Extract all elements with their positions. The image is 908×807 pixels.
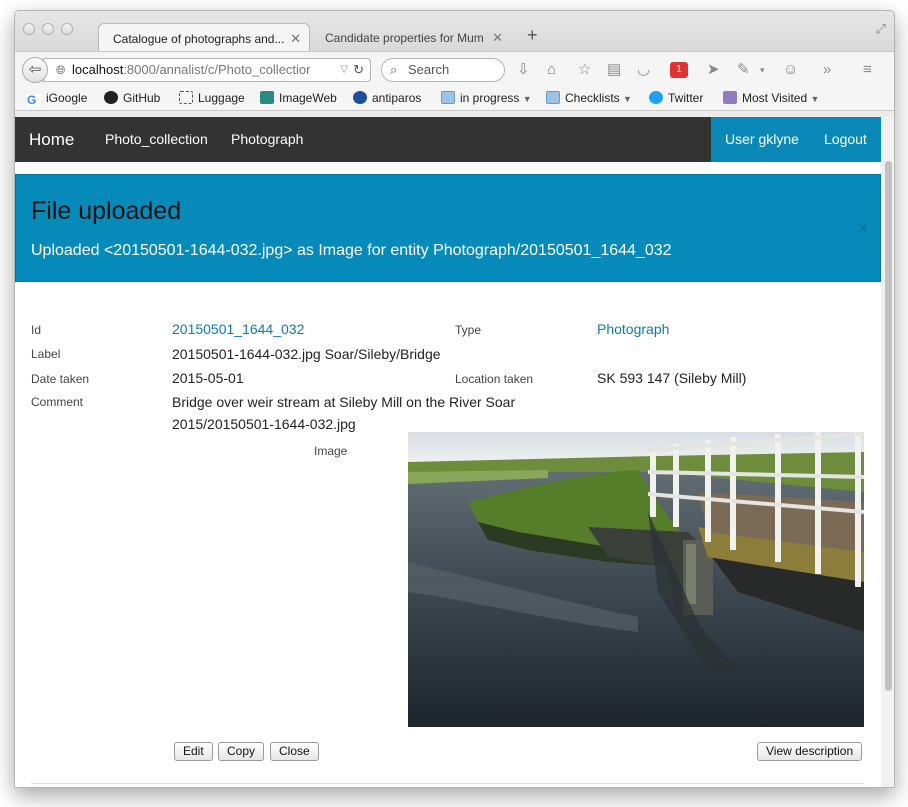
- id-value-link[interactable]: 20150501_1644_032: [172, 321, 304, 337]
- user-link[interactable]: User gklyne: [725, 117, 799, 162]
- copy-button[interactable]: Copy: [218, 742, 265, 761]
- bookmark-antiparos[interactable]: antiparos: [353, 91, 421, 105]
- nav-home-link[interactable]: Home: [29, 117, 74, 162]
- overflow-icon[interactable]: »: [823, 61, 831, 79]
- bookmark-folder-checklists[interactable]: Checklists ▼: [546, 91, 632, 105]
- image-label: Image: [314, 444, 348, 458]
- date-taken-value: 2015-05-01: [172, 370, 244, 386]
- page-scrollbar[interactable]: [881, 117, 894, 787]
- close-button[interactable]: Close: [270, 742, 319, 761]
- bookmark-folder-in-progress[interactable]: in progress ▼: [441, 91, 532, 105]
- menu-icon[interactable]: ≡: [863, 61, 872, 79]
- chevron-down-icon: ▼: [810, 94, 820, 104]
- chevron-down-icon: ▼: [522, 94, 532, 104]
- nav-type-link[interactable]: Photograph: [231, 117, 303, 162]
- label-label: Label: [31, 347, 61, 361]
- zoom-window-button[interactable]: [61, 23, 73, 35]
- chevron-down-icon: ▼: [623, 94, 632, 104]
- url-bar[interactable]: 🌐︎ localhost:8000/annalist/c/Photo_colle…: [43, 58, 371, 82]
- id-label: Id: [31, 323, 42, 337]
- close-tab-icon[interactable]: ✕: [290, 31, 301, 47]
- comment-value-line2: 2015/20150501-1644-032.jpg: [172, 416, 356, 432]
- tab-bar: Catalogue of photographs and... ✕ Candid…: [15, 11, 894, 53]
- twitter-icon: [649, 91, 663, 104]
- history-icon: [723, 91, 737, 104]
- alert-message: Uploaded <20150501-1644-032.jpg> as Imag…: [31, 242, 672, 259]
- page-content: Home Photo_collection Photograph User gk…: [15, 117, 881, 787]
- type-label: Type: [455, 323, 482, 337]
- location-taken-value: SK 593 147 (Sileby Mill): [597, 370, 747, 386]
- bookmark-imageweb[interactable]: ImageWeb: [260, 91, 337, 105]
- tools-icon[interactable]: ✎: [737, 61, 750, 79]
- close-window-button[interactable]: [23, 23, 35, 35]
- bookmark-github[interactable]: GitHub: [104, 91, 160, 105]
- comment-value-line1: Bridge over weir stream at Sileby Mill o…: [172, 394, 516, 410]
- bookmark-luggage[interactable]: Luggage: [179, 91, 245, 105]
- bookmarks-bar: GiGoogle GitHub Luggage ImageWeb antipar…: [15, 87, 894, 111]
- extension-badge-icon[interactable]: 1: [670, 62, 688, 78]
- edit-button[interactable]: Edit: [174, 742, 213, 761]
- url-dropdown-icon[interactable]: ▽: [340, 59, 348, 81]
- page-icon: [179, 91, 193, 104]
- github-icon: [104, 91, 118, 104]
- nav-user-area: User gklyne Logout: [711, 117, 881, 162]
- home-icon[interactable]: ⌂: [547, 61, 556, 79]
- search-input[interactable]: ⌕ Search: [381, 58, 505, 82]
- tab-candidate-properties[interactable]: Candidate properties for Mum ✕: [311, 23, 511, 53]
- reading-list-icon[interactable]: ▤: [607, 61, 621, 79]
- url-path: :8000/annalist/c/Photo_collectior: [123, 62, 311, 77]
- close-icon[interactable]: ×: [858, 219, 868, 239]
- bookmark-twitter[interactable]: Twitter: [649, 91, 703, 105]
- chevron-down-icon[interactable]: ▾: [760, 61, 765, 79]
- google-icon: G: [27, 94, 41, 107]
- comment-label: Comment: [31, 395, 84, 409]
- new-tab-icon[interactable]: +: [527, 25, 538, 46]
- pocket-icon[interactable]: ◡: [637, 61, 650, 79]
- label-value: 20150501-1644-032.jpg Soar/Sileby/Bridge: [172, 346, 441, 362]
- app-navbar: Home Photo_collection Photograph User gk…: [15, 117, 881, 162]
- fullscreen-icon[interactable]: ⤢: [876, 21, 886, 37]
- tab-title: Candidate properties for Mum: [325, 31, 484, 45]
- nav-collection-link[interactable]: Photo_collection: [105, 117, 208, 162]
- chat-icon[interactable]: ☺: [783, 61, 798, 79]
- send-icon[interactable]: ➤: [707, 61, 720, 79]
- location-taken-label: Location taken: [455, 372, 534, 386]
- globe-icon: 🌐︎: [56, 63, 66, 77]
- view-description-button[interactable]: View description: [757, 742, 863, 761]
- alert-title: File uploaded: [31, 197, 182, 225]
- browser-window: Catalogue of photographs and... ✕ Candid…: [14, 10, 895, 788]
- bookmark-star-icon[interactable]: ☆: [578, 61, 591, 79]
- search-placeholder: Search: [408, 62, 450, 77]
- scrollbar-thumb[interactable]: [885, 161, 892, 691]
- divider: [31, 783, 864, 784]
- back-button[interactable]: ⇦: [22, 57, 48, 83]
- date-taken-label: Date taken: [31, 372, 90, 386]
- imageweb-icon: [260, 91, 274, 104]
- folder-icon: [546, 91, 560, 104]
- uploaded-photo[interactable]: [408, 432, 864, 727]
- bookmark-igoogle[interactable]: GiGoogle: [27, 91, 87, 107]
- upload-alert: File uploaded Uploaded <20150501-1644-03…: [15, 174, 881, 282]
- logout-link[interactable]: Logout: [824, 117, 867, 162]
- close-tab-icon[interactable]: ✕: [492, 30, 503, 46]
- type-value-link[interactable]: Photograph: [597, 321, 669, 337]
- folder-icon: [441, 91, 455, 104]
- tab-title: Catalogue of photographs and...: [113, 32, 285, 46]
- navigation-toolbar: 🌐︎ localhost:8000/annalist/c/Photo_colle…: [15, 51, 894, 87]
- bookmark-most-visited[interactable]: Most Visited ▼: [723, 91, 819, 105]
- url-host: localhost: [72, 62, 124, 77]
- search-icon: ⌕: [390, 62, 398, 77]
- globe-icon: [353, 91, 367, 104]
- download-icon[interactable]: ⇩: [517, 61, 530, 79]
- tab-catalogue[interactable]: Catalogue of photographs and... ✕: [98, 23, 310, 53]
- reload-icon[interactable]: ↻: [353, 59, 364, 81]
- minimize-window-button[interactable]: [42, 23, 54, 35]
